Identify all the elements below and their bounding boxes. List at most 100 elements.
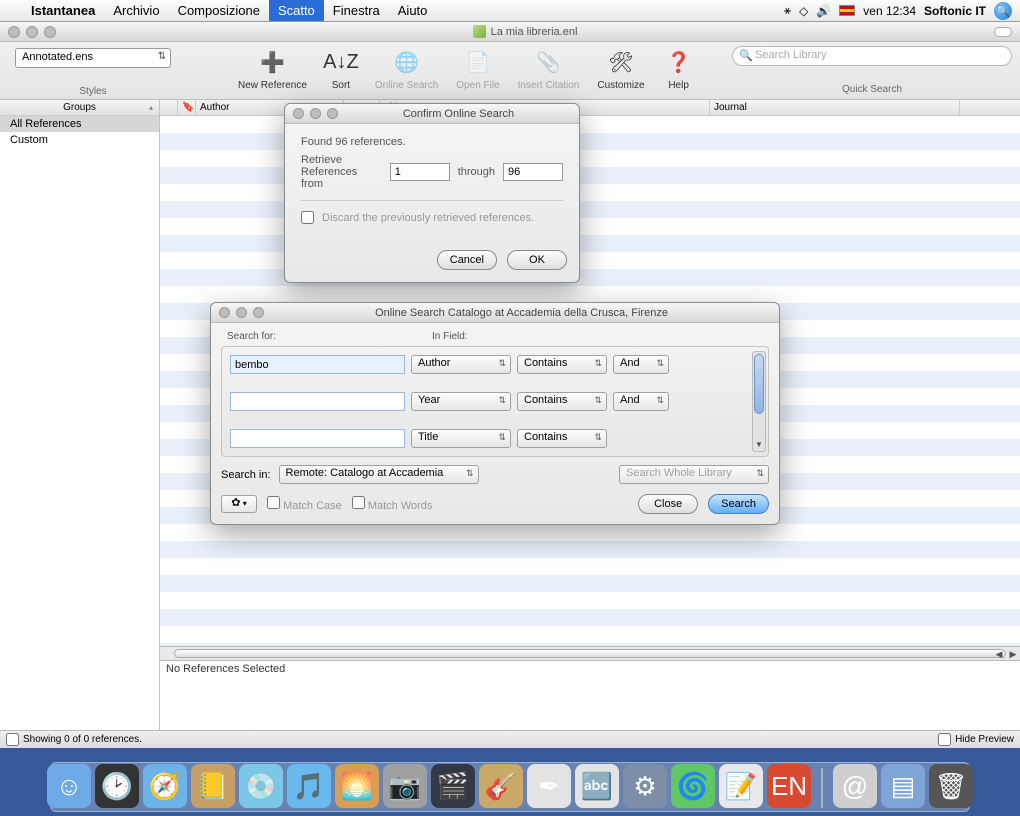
customize-icon: 🛠 (605, 46, 637, 78)
styles-label: Styles (79, 86, 106, 97)
column-🔖[interactable]: 🔖 (178, 100, 196, 115)
open-file-icon: 📄 (462, 46, 494, 78)
toolbar-new-reference[interactable]: ➕New Reference (238, 46, 307, 91)
search-library-input[interactable]: Search Library (732, 46, 1012, 66)
toolbar-help[interactable]: ❓Help (663, 46, 695, 91)
criteria-row: Year Contains And (230, 392, 760, 411)
dock-app-icon[interactable]: 🎸 (479, 764, 523, 808)
operator-combo[interactable]: Contains (517, 355, 607, 374)
dock-app-icon[interactable]: 🧭 (143, 764, 187, 808)
dock-app-icon[interactable]: 🔤 (575, 764, 619, 808)
term-input[interactable] (230, 355, 405, 374)
dock-app-icon[interactable]: ✒ (527, 764, 571, 808)
status-checkbox[interactable] (6, 733, 19, 746)
input-flag-icon[interactable] (839, 5, 855, 16)
user-menu[interactable]: Softonic IT (924, 4, 986, 18)
from-input[interactable] (390, 163, 450, 181)
insert-citation-icon: 📎 (533, 46, 565, 78)
style-selector[interactable]: Annotated.ens (15, 48, 171, 68)
window-controls[interactable] (8, 26, 56, 38)
dock-app-icon[interactable]: 🎬 (431, 764, 475, 808)
dock-app-icon[interactable]: ☺ (47, 764, 91, 808)
sidebar-header[interactable]: Groups (0, 100, 159, 116)
scope-combo[interactable]: Search Whole Library (619, 465, 769, 484)
options-gear-button[interactable]: ✿ (221, 495, 257, 513)
field-combo[interactable]: Author (411, 355, 511, 374)
menu-composizione[interactable]: Composizione (169, 0, 269, 21)
scroll-left-icon[interactable]: ◀ (992, 647, 1006, 661)
new-reference-icon: ➕ (256, 46, 288, 78)
hide-preview-checkbox[interactable] (938, 733, 951, 746)
criteria-scrollbar[interactable]: ▲ ▼ (752, 351, 766, 452)
to-input[interactable] (503, 163, 563, 181)
boolean-combo[interactable]: And (613, 355, 669, 374)
dock-app-icon[interactable]: 🌅 (335, 764, 379, 808)
search-button[interactable]: Search (708, 494, 769, 514)
dock-app-icon[interactable]: 🕑 (95, 764, 139, 808)
dialog-window-controls[interactable] (219, 307, 264, 318)
menu-archivio[interactable]: Archivio (104, 0, 168, 21)
toolbar-insert-citation: 📎Insert Citation (518, 46, 580, 91)
field-combo[interactable]: Title (411, 429, 511, 448)
toolbar-open-file: 📄Open File (456, 46, 499, 91)
dock-app-icon[interactable]: 📷 (383, 764, 427, 808)
horizontal-scrollbar[interactable]: ◀ ▶ (160, 646, 1020, 660)
field-combo[interactable]: Year (411, 392, 511, 411)
boolean-combo[interactable]: And (613, 392, 669, 411)
term-input[interactable] (230, 392, 405, 411)
confirm-dialog: Confirm Online Search Found 96 reference… (284, 103, 580, 283)
dock-app-icon[interactable]: @ (833, 764, 877, 808)
dock-app-icon[interactable]: 🎵 (287, 764, 331, 808)
toolbar-sort[interactable]: A↓ZSort (325, 46, 357, 91)
menu-scatto[interactable]: Scatto (269, 0, 324, 21)
search-for-label: Search for: (227, 331, 432, 342)
cancel-button[interactable]: Cancel (437, 250, 497, 270)
search-in-combo[interactable]: Remote: Catalogo at Accademia (279, 465, 479, 484)
column-Journal[interactable]: Journal (710, 100, 960, 115)
scroll-right-icon[interactable]: ▶ (1006, 647, 1020, 661)
scroll-down-icon[interactable]: ▼ (753, 440, 765, 452)
menu-aiuto[interactable]: Aiuto (389, 0, 437, 21)
sort-icon: A↓Z (325, 46, 357, 78)
sidebar-item-all-references[interactable]: All References (0, 116, 159, 132)
menubar: Istantanea Archivio Composizione Scatto … (0, 0, 1020, 22)
dock-app-icon[interactable]: ▤ (881, 764, 925, 808)
online-search-icon: 🌐 (391, 46, 423, 78)
hide-preview-label: Hide Preview (955, 734, 1014, 745)
dock-app-icon[interactable]: 📝 (719, 764, 763, 808)
dock-app-icon[interactable]: ⚙ (623, 764, 667, 808)
app-menu[interactable]: Istantanea (22, 0, 104, 21)
toolbar-customize[interactable]: 🛠Customize (597, 46, 644, 91)
dock-app-icon[interactable]: 🌀 (671, 764, 715, 808)
dock-separator (821, 768, 823, 808)
match-words-checkbox[interactable] (352, 496, 365, 509)
match-case-checkbox[interactable] (267, 496, 280, 509)
wifi-icon[interactable]: ◇ (799, 4, 808, 18)
column-icon[interactable] (160, 100, 178, 115)
ok-button[interactable]: OK (507, 250, 567, 270)
operator-combo[interactable]: Contains (517, 429, 607, 448)
bluetooth-icon[interactable]: ⚹ (784, 3, 791, 18)
operator-combo[interactable]: Contains (517, 392, 607, 411)
menu-finestra[interactable]: Finestra (324, 0, 389, 21)
dock-app-icon[interactable]: 🗑 (929, 764, 973, 808)
sidebar-item-custom[interactable]: Custom (0, 132, 159, 148)
volume-icon[interactable]: 🔊 (816, 4, 831, 18)
term-input[interactable] (230, 429, 405, 448)
dock-app-icon[interactable]: 📒 (191, 764, 235, 808)
dialog-window-controls[interactable] (293, 108, 338, 119)
close-button[interactable]: Close (638, 494, 698, 514)
quick-search-label: Quick Search (842, 84, 902, 95)
scrollbar-thumb[interactable] (754, 354, 764, 414)
toolbar: Annotated.ens Styles ➕New Reference A↓ZSo… (0, 42, 1020, 100)
discard-checkbox[interactable] (301, 211, 314, 224)
retrieve-label: Retrieve References from (301, 154, 382, 190)
menu-tray: ⚹ ◇ 🔊 ven 12:34 Softonic IT 🔍 (784, 2, 1020, 20)
search-dialog: Online Search Catalogo at Accademia dell… (210, 302, 780, 525)
search-criteria-panel: Author Contains And Year Contains And Ti… (221, 346, 769, 457)
dock-app-icon[interactable]: 💿 (239, 764, 283, 808)
spotlight-icon[interactable]: 🔍 (994, 2, 1012, 20)
toolbar-toggle-pill[interactable] (994, 27, 1012, 37)
dock-app-icon[interactable]: EN (767, 764, 811, 808)
preview-pane: No References Selected (160, 660, 1020, 730)
